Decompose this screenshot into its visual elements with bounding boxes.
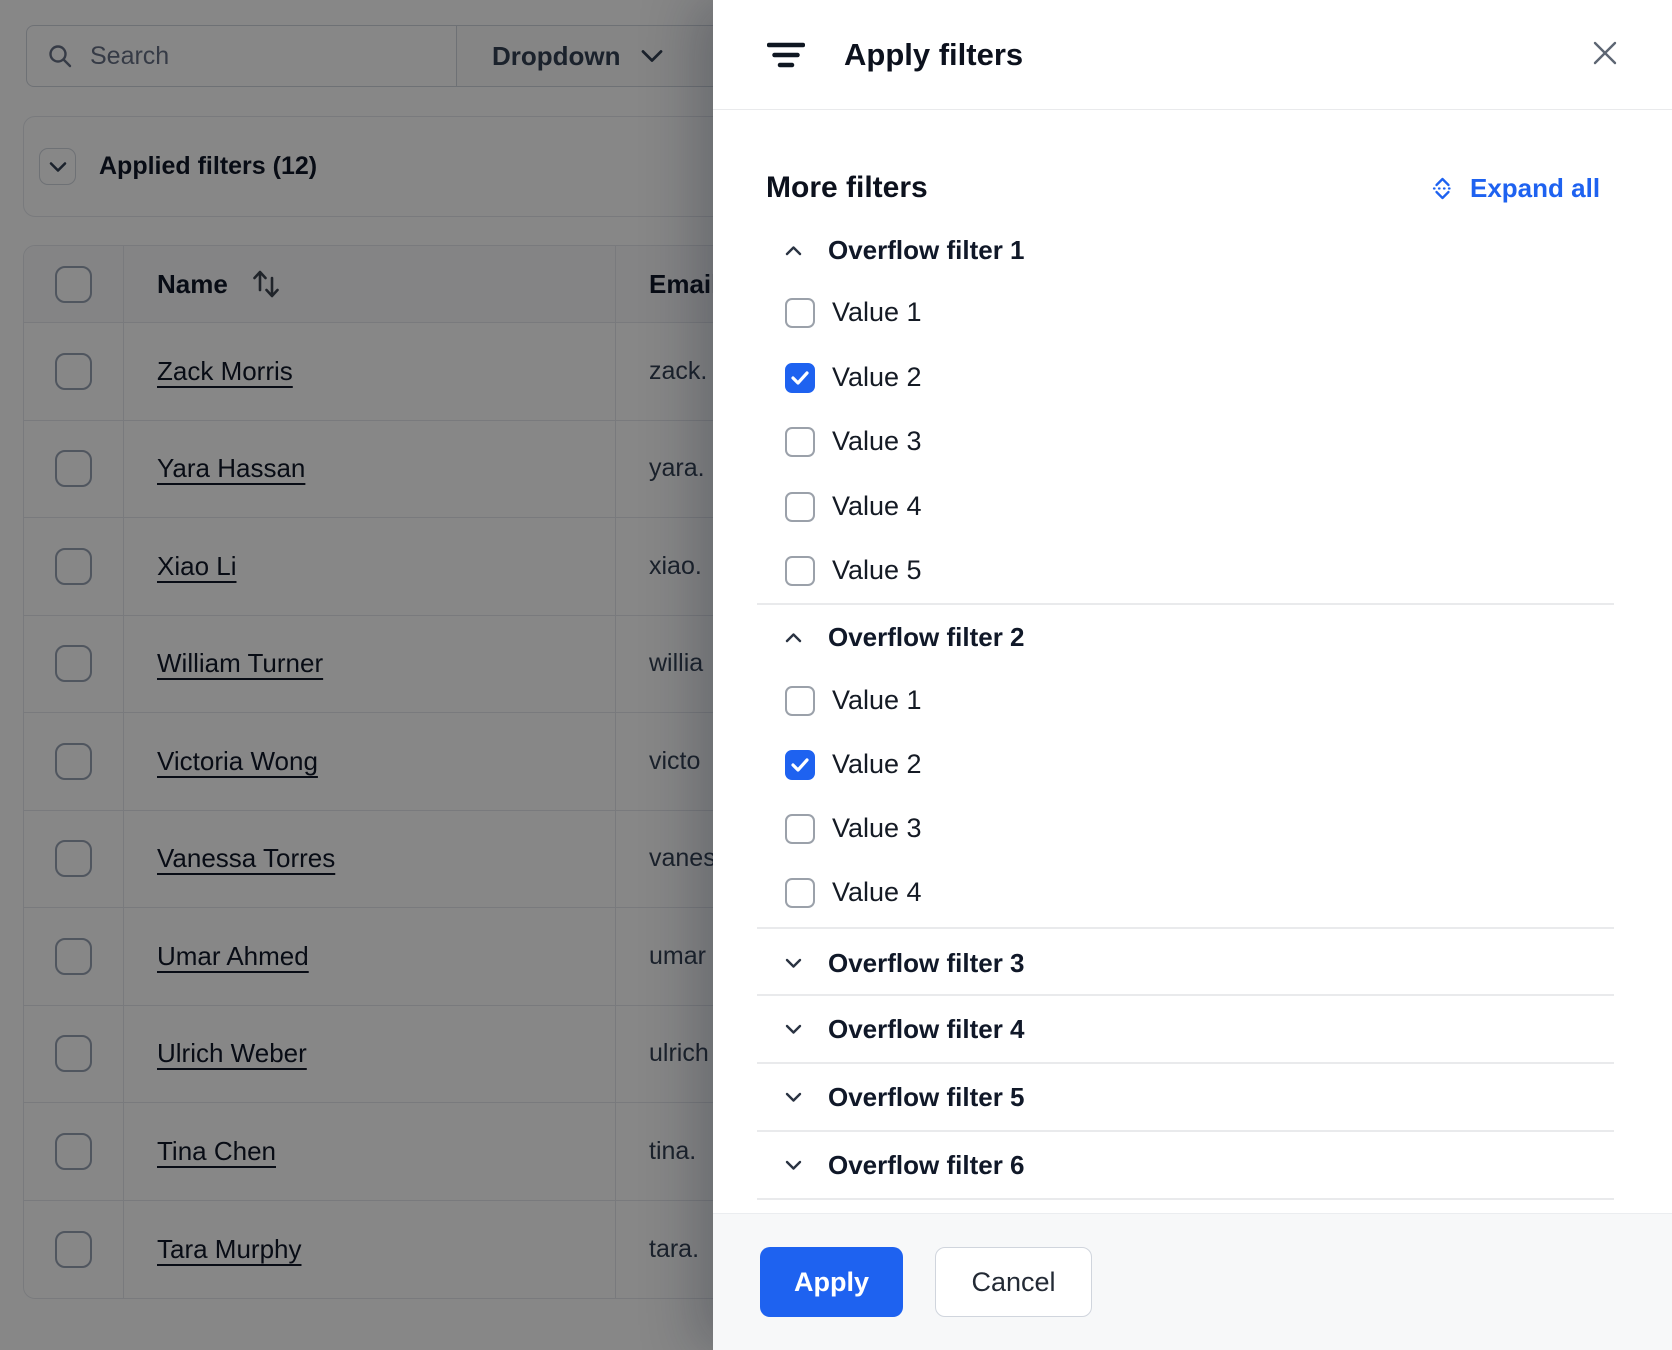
divider xyxy=(757,1062,1614,1064)
divider xyxy=(757,603,1614,605)
filter-value-row[interactable]: Value 3 xyxy=(785,421,1672,462)
apply-filters-panel: Apply filters More filters Expand all Ov… xyxy=(713,0,1672,1350)
filter-group-header[interactable]: Overflow filter 3 xyxy=(785,941,1672,985)
filter-value-row[interactable]: Value 1 xyxy=(785,292,1672,333)
checkbox[interactable] xyxy=(785,492,815,522)
filter-value-row[interactable]: Value 4 xyxy=(785,872,1672,913)
checkbox[interactable] xyxy=(785,298,815,328)
divider xyxy=(757,1198,1614,1200)
chevron-down-icon xyxy=(785,1024,802,1035)
checkbox-label: Value 3 xyxy=(832,813,922,844)
filter-value-row[interactable]: Value 2 xyxy=(785,744,1672,785)
chevron-down-icon xyxy=(785,1092,802,1103)
chevron-down-icon xyxy=(785,1160,802,1171)
divider xyxy=(757,1130,1614,1132)
filter-group-label: Overflow filter 1 xyxy=(828,235,1025,266)
filter-group-header[interactable]: Overflow filter 5 xyxy=(785,1075,1672,1119)
checkbox[interactable] xyxy=(785,427,815,457)
close-button[interactable] xyxy=(1589,37,1621,69)
filter-group-header[interactable]: Overflow filter 6 xyxy=(785,1143,1672,1187)
expand-all-label: Expand all xyxy=(1470,173,1600,204)
filter-value-row[interactable]: Value 2 xyxy=(785,357,1672,398)
filter-value-row[interactable]: Value 4 xyxy=(785,486,1672,527)
filter-group-label: Overflow filter 5 xyxy=(828,1082,1025,1113)
panel-title: Apply filters xyxy=(844,37,1023,73)
chevron-down-icon xyxy=(785,958,802,969)
filter-group-label: Overflow filter 3 xyxy=(828,948,1025,979)
filter-group-header[interactable]: Overflow filter 2 xyxy=(785,615,1672,659)
expand-all-button[interactable]: Expand all xyxy=(1431,172,1600,204)
checkbox[interactable] xyxy=(785,750,815,780)
filter-group-label: Overflow filter 6 xyxy=(828,1150,1025,1181)
checkbox[interactable] xyxy=(785,814,815,844)
panel-header: Apply filters xyxy=(713,0,1672,110)
filter-value-row[interactable]: Value 5 xyxy=(785,550,1672,591)
filter-value-row[interactable]: Value 1 xyxy=(785,680,1672,721)
divider xyxy=(757,927,1614,929)
checkbox-label: Value 2 xyxy=(832,362,922,393)
filter-group-label: Overflow filter 2 xyxy=(828,622,1025,653)
filter-value-row[interactable]: Value 3 xyxy=(785,808,1672,849)
apply-button[interactable]: Apply xyxy=(760,1247,903,1317)
panel-footer: Apply Cancel xyxy=(713,1213,1672,1350)
checkbox-label: Value 2 xyxy=(832,749,922,780)
checkbox[interactable] xyxy=(785,363,815,393)
checkbox[interactable] xyxy=(785,878,815,908)
checkbox[interactable] xyxy=(785,686,815,716)
checkbox-label: Value 4 xyxy=(832,877,922,908)
checkbox-label: Value 5 xyxy=(832,555,922,586)
filter-group-header[interactable]: Overflow filter 4 xyxy=(785,1007,1672,1051)
filter-icon xyxy=(767,42,805,68)
checkbox-label: Value 3 xyxy=(832,426,922,457)
chevron-up-icon xyxy=(785,245,802,256)
chevron-up-icon xyxy=(785,632,802,643)
divider xyxy=(757,994,1614,996)
checkbox-label: Value 4 xyxy=(832,491,922,522)
checkbox-label: Value 1 xyxy=(832,297,922,328)
checkbox[interactable] xyxy=(785,556,815,586)
filter-group-label: Overflow filter 4 xyxy=(828,1014,1025,1045)
filter-group-header[interactable]: Overflow filter 1 xyxy=(785,228,1672,272)
cancel-button[interactable]: Cancel xyxy=(935,1247,1092,1317)
close-icon xyxy=(1592,40,1618,66)
checkbox-label: Value 1 xyxy=(832,685,922,716)
expand-all-icon xyxy=(1431,177,1454,200)
